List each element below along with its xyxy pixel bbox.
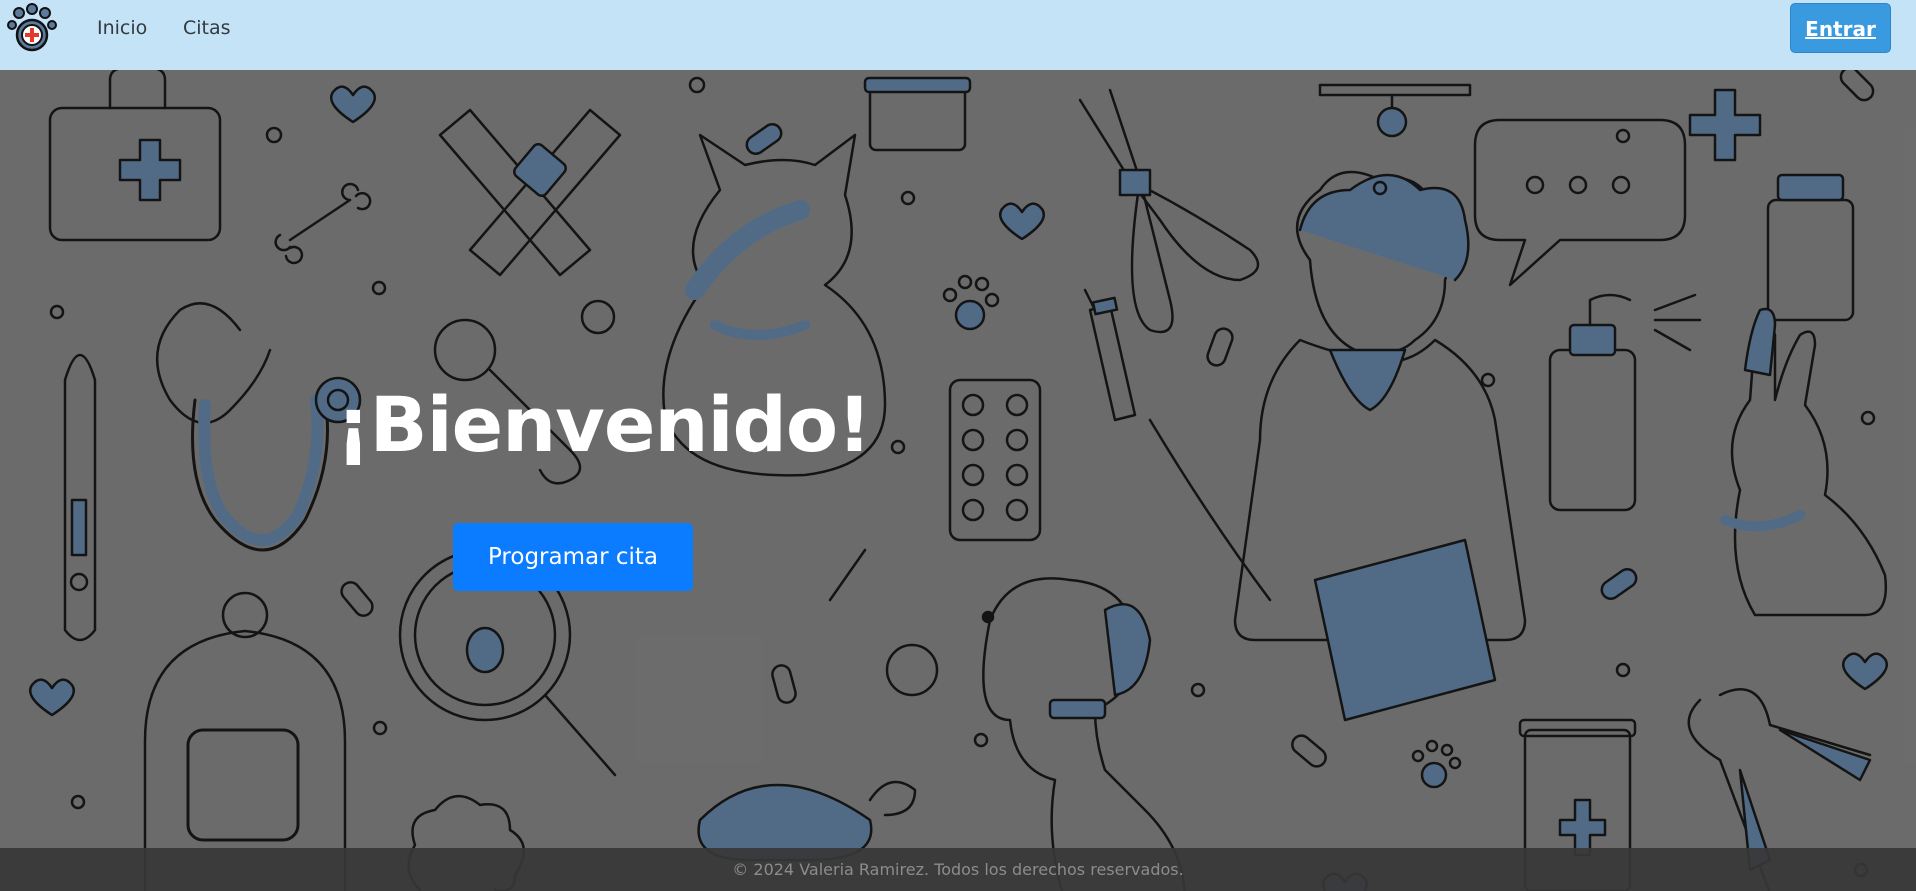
paw-logo-icon[interactable] [5, 2, 59, 56]
nav-link-citas[interactable]: Citas [183, 16, 231, 40]
footer: © 2024 Valeria Ramirez. Todos los derech… [0, 848, 1916, 891]
nav-link-inicio[interactable]: Inicio [97, 16, 147, 40]
footer-copyright: © 2024 Valeria Ramirez. Todos los derech… [732, 860, 1184, 879]
top-navbar: Inicio Citas Entrar [0, 0, 1916, 70]
hero-section: ¡Bienvenido! Programar cita [0, 70, 1916, 891]
hero-dark-overlay [0, 70, 1916, 891]
schedule-appointment-button[interactable]: Programar cita [453, 523, 693, 591]
hero-title: ¡Bienvenido! [336, 380, 872, 469]
login-button[interactable]: Entrar [1790, 3, 1891, 53]
